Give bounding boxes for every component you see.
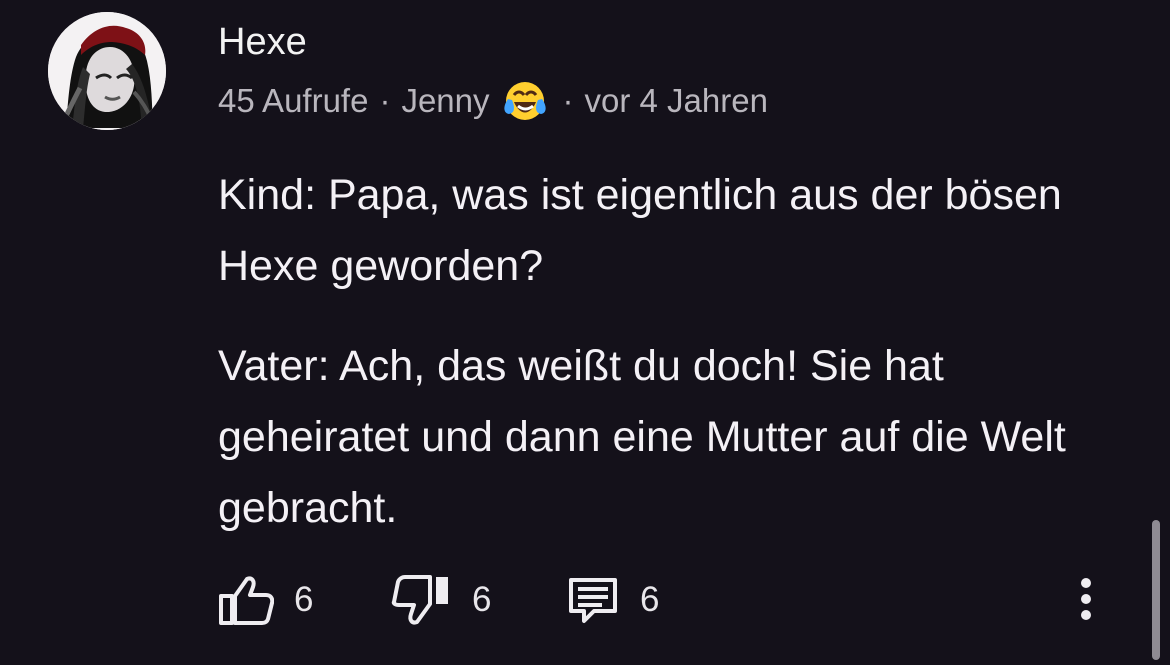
dislike-count: 6 [472, 580, 492, 619]
channel-name[interactable]: Jenny [401, 82, 489, 120]
dislike-button[interactable]: 6 [390, 570, 491, 630]
comment-card: Hexe 45 Aufrufe · Jenny · vor 4 Jahren K… [0, 0, 1170, 665]
thumbs-down-icon [391, 575, 448, 625]
more-options-button[interactable] [1066, 570, 1106, 630]
views-count: 45 Aufrufe [218, 82, 369, 119]
reply-count: 6 [640, 580, 660, 619]
meta-separator: · [562, 82, 574, 119]
scrollbar[interactable] [1152, 520, 1160, 660]
comment-age: vor 4 Jahren [584, 82, 768, 119]
like-count: 6 [294, 580, 314, 619]
comment-meta: 45 Aufrufe · Jenny · vor 4 Jahren [218, 80, 768, 122]
thumbs-up-icon [219, 576, 274, 625]
reply-button[interactable]: 6 [566, 570, 659, 630]
comment-body: Kind: Papa, was ist eigentlich aus der b… [218, 160, 1118, 573]
meta-separator: · [379, 82, 391, 119]
avatar-image [48, 12, 166, 130]
comment-paragraph: Kind: Papa, was ist eigentlich aus der b… [218, 171, 1062, 290]
like-button[interactable]: 6 [216, 570, 313, 630]
avatar[interactable] [48, 12, 166, 130]
tears-of-joy-emoji-icon [502, 78, 548, 124]
comment-actions: 6 6 6 [216, 570, 1106, 630]
author-name[interactable]: Hexe [218, 20, 307, 64]
reply-icon [569, 578, 617, 623]
more-vertical-icon [1081, 578, 1091, 620]
comment-paragraph: Vater: Ach, das weißt du doch! Sie hat g… [218, 342, 1066, 532]
